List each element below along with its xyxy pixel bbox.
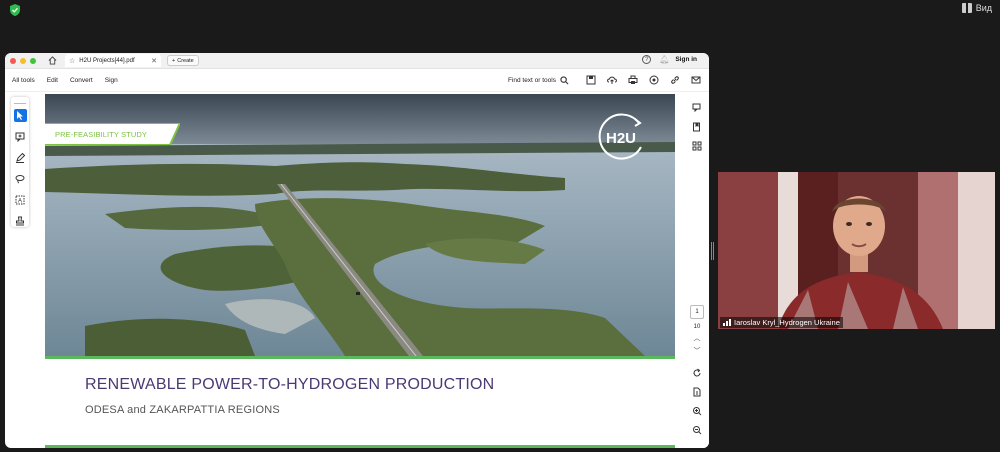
footer-divider-line bbox=[45, 445, 675, 448]
save-icon[interactable] bbox=[586, 75, 596, 85]
panel-splitter-handle[interactable] bbox=[711, 242, 714, 260]
security-shield-icon[interactable] bbox=[8, 3, 22, 17]
stamp-icon bbox=[16, 216, 24, 225]
rail-drag-handle[interactable] bbox=[14, 103, 26, 104]
bell-icon[interactable]: 🔔︎ bbox=[659, 55, 669, 64]
print-icon[interactable] bbox=[628, 75, 638, 85]
right-panel-rail: 1 10 ︿ ﹀ bbox=[685, 94, 709, 448]
sign-menu[interactable]: Sign bbox=[105, 77, 118, 84]
participant-video-frame bbox=[718, 172, 995, 329]
svg-text:A: A bbox=[18, 198, 22, 204]
rotate-icon[interactable] bbox=[692, 368, 702, 378]
photo-divider-line bbox=[45, 356, 675, 359]
lasso-icon bbox=[15, 174, 25, 183]
search-icon bbox=[560, 75, 569, 84]
pen-icon bbox=[16, 152, 25, 163]
link-icon[interactable] bbox=[670, 75, 680, 85]
view-label: Вид bbox=[975, 3, 992, 13]
minimize-window-button[interactable] bbox=[20, 57, 26, 64]
stamp-tool[interactable] bbox=[14, 214, 27, 227]
participant-name: Iaroslav Kryl_Hydrogen Ukraine bbox=[734, 318, 840, 327]
tabbar-right: ? 🔔︎ Sign in bbox=[642, 55, 697, 64]
create-label: Create bbox=[177, 57, 194, 64]
comment-tool[interactable] bbox=[14, 130, 27, 143]
star-icon[interactable]: ☆ bbox=[69, 57, 75, 65]
edit-menu[interactable]: Edit bbox=[47, 77, 58, 84]
ai-assistant-icon[interactable] bbox=[649, 75, 659, 85]
next-page-icon[interactable]: ﹀ bbox=[694, 348, 701, 356]
acrobat-window: ☆ H2U Projects[44].pdf ✕ + Create ? 🔔︎ S… bbox=[5, 53, 709, 448]
pre-feasibility-badge: PRE-FEASIBILITY STUDY bbox=[55, 130, 147, 139]
zoom-in-icon[interactable] bbox=[692, 406, 702, 416]
cursor-icon bbox=[17, 111, 23, 120]
help-icon[interactable]: ? bbox=[642, 55, 652, 64]
upload-cloud-icon[interactable] bbox=[607, 75, 617, 85]
connection-signal-icon bbox=[723, 319, 731, 326]
page-fit-icon[interactable] bbox=[692, 387, 702, 397]
pdf-page: PRE-FEASIBILITY STUDY H2U RENEWABLE POWE… bbox=[45, 94, 675, 448]
text-tool[interactable]: A bbox=[14, 193, 27, 206]
plus-icon: + bbox=[172, 57, 176, 64]
select-tool[interactable] bbox=[13, 109, 27, 122]
home-icon[interactable] bbox=[48, 56, 57, 65]
thumbnails-panel-icon[interactable] bbox=[692, 141, 702, 151]
tab-document[interactable]: ☆ H2U Projects[44].pdf ✕ bbox=[65, 54, 161, 67]
h2u-logo: H2U bbox=[598, 113, 642, 160]
current-page-input[interactable]: 1 bbox=[690, 305, 704, 319]
close-window-button[interactable] bbox=[10, 57, 16, 64]
zoom-out-icon[interactable] bbox=[692, 425, 702, 435]
text-box-icon: A bbox=[15, 195, 25, 204]
maximize-window-button[interactable] bbox=[30, 57, 36, 64]
document-subtitle: ODESA and ZAKARPATTIA REGIONS bbox=[85, 404, 280, 416]
lasso-tool[interactable] bbox=[14, 172, 27, 185]
view-grid-icon bbox=[961, 3, 972, 13]
total-pages: 10 bbox=[693, 324, 701, 330]
participant-video-tile[interactable]: Iaroslav Kryl_Hydrogen Ukraine bbox=[718, 172, 995, 329]
bookmark-panel-icon[interactable] bbox=[692, 122, 702, 132]
tab-title: H2U Projects[44].pdf bbox=[79, 57, 135, 64]
comments-panel-icon[interactable] bbox=[692, 103, 702, 113]
create-button[interactable]: + Create bbox=[167, 55, 199, 66]
find-tools-button[interactable]: Find text or tools bbox=[507, 75, 569, 85]
tab-bar: ☆ H2U Projects[44].pdf ✕ + Create ? 🔔︎ S… bbox=[5, 53, 709, 69]
close-tab-icon[interactable]: ✕ bbox=[151, 57, 157, 65]
find-label: Find text or tools bbox=[507, 76, 556, 84]
comment-plus-icon bbox=[15, 132, 25, 142]
participant-name-tag: Iaroslav Kryl_Hydrogen Ukraine bbox=[720, 317, 843, 328]
draw-tool[interactable] bbox=[14, 151, 27, 164]
previous-page-icon[interactable]: ︿ bbox=[694, 335, 701, 343]
tools-rail: A bbox=[11, 97, 29, 227]
email-icon[interactable] bbox=[691, 75, 701, 85]
sign-in-button[interactable]: Sign in bbox=[675, 56, 697, 63]
toolbar-right: Find text or tools bbox=[508, 75, 701, 85]
all-tools-menu[interactable]: All tools bbox=[12, 77, 35, 84]
view-button[interactable]: Вид bbox=[961, 1, 992, 15]
main-toolbar: All tools Edit Convert Sign Find text or… bbox=[5, 69, 709, 92]
convert-menu[interactable]: Convert bbox=[70, 77, 93, 84]
document-title: RENEWABLE POWER-TO-HYDROGEN PRODUCTION bbox=[85, 376, 495, 393]
svg-text:H2U: H2U bbox=[606, 130, 636, 147]
